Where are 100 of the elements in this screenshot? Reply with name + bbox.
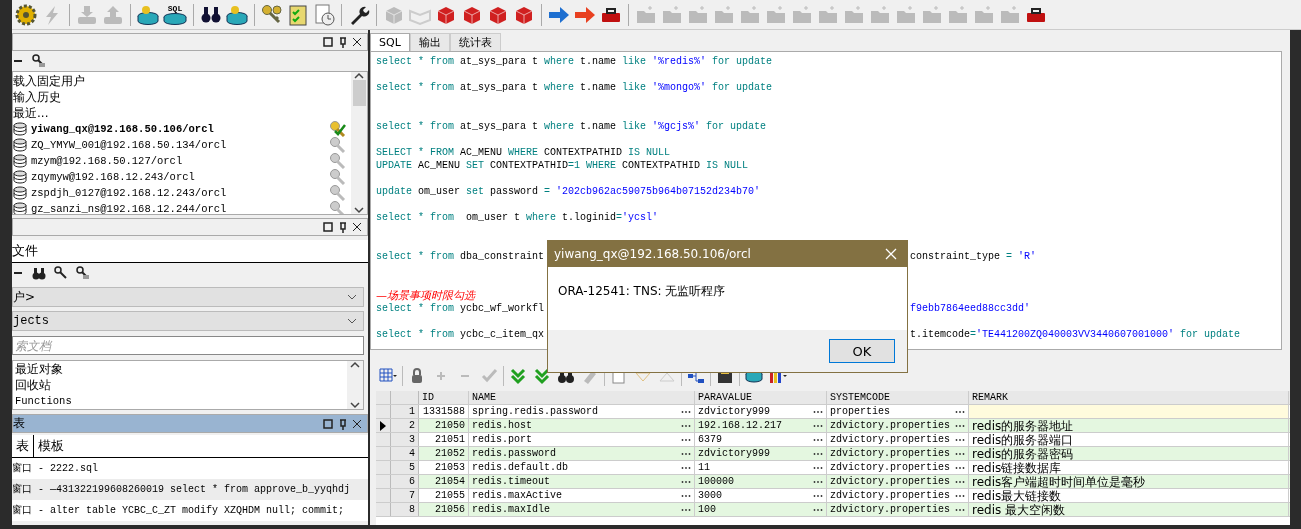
connection-item[interactable]: ZQ_YMYW_001@192.168.50.134/orcl (31, 139, 227, 151)
row-number[interactable]: 2 (391, 419, 419, 432)
table-row[interactable]: 8 21056 redis.maxIdle 100 zdvictory.properties redis 最大空闲数 (376, 503, 1290, 517)
column-header[interactable]: NAME (469, 391, 695, 404)
connection-item[interactable]: yiwang_qx@192.168.50.106/orcl (31, 123, 214, 135)
more-icon[interactable] (813, 409, 823, 414)
column-header[interactable]: REMARK (969, 391, 1289, 404)
table-row[interactable]: 4 21052 redis.password zdvictory999 zdvictory.properties redis的服务器密码 (376, 447, 1290, 461)
search-field[interactable]: 索文档 (12, 336, 364, 355)
check-icon[interactable] (479, 367, 499, 385)
window-list-item[interactable]: 窗口 - 2222.sql (12, 458, 368, 479)
scrollbar[interactable] (351, 72, 367, 214)
window-list-item[interactable]: 窗口 - alter table YCBC_C_ZT modify XZQHDM null; commit; (12, 500, 368, 521)
scrollbar[interactable] (347, 361, 363, 409)
table-row[interactable]: 5 21053 redis.default.db 11 zdvictory.properties redis链接数据库 (376, 461, 1290, 475)
more-icon[interactable] (813, 465, 823, 470)
file-tab[interactable]: 文件 (12, 242, 38, 260)
more-icon[interactable] (955, 423, 965, 428)
table-cell: redis的服务器地址 (972, 419, 1074, 432)
error-message: ORA-12541: TNS: 无监听程序 (558, 284, 726, 298)
panel-buttons-icon[interactable] (323, 36, 363, 48)
panel-buttons-icon[interactable] (323, 417, 363, 430)
table-cell: zdvictory.properties (830, 475, 951, 488)
clock-icon[interactable] (312, 2, 336, 27)
connection-item[interactable]: mzym@192.168.50.127/orcl (31, 155, 183, 167)
gear-icon[interactable] (14, 2, 38, 27)
more-icon[interactable] (681, 493, 691, 498)
row-number[interactable]: 3 (391, 433, 419, 446)
table-row[interactable]: 6 21054 redis.timeout 100000 zdvictory.properties redis客户端超时时间单位是毫秒 (376, 475, 1290, 489)
table-row[interactable]: 2 21050 redis.host 192.168.12.217 zdvictory.properties redis的服务器地址 (376, 419, 1290, 433)
connection-item[interactable]: zqymyw@192.168.12.243/orcl (31, 171, 195, 183)
more-icon[interactable] (681, 451, 691, 456)
table-cell: 100 (698, 503, 716, 516)
scroll-up-icon[interactable] (350, 361, 360, 369)
caret-icon[interactable] (347, 317, 357, 325)
table-row[interactable]: 3 21051 redis.port 6379 zdvictory.properties redis的服务器端口 (376, 433, 1290, 447)
editor-tab[interactable]: 统计表 (449, 33, 501, 51)
ok-button[interactable]: OK (829, 339, 895, 363)
more-icon[interactable] (681, 409, 691, 414)
more-icon[interactable] (955, 409, 965, 414)
column-header[interactable]: PARAVALUE (695, 391, 827, 404)
scroll-up-icon[interactable] (354, 72, 364, 80)
table-cell: 21054 (435, 475, 465, 488)
window-list-item[interactable]: 窗口 - —431322199608260019 select * from approve_b_yyqhdj (12, 479, 368, 500)
editor-tab[interactable]: 输出 (409, 33, 450, 51)
object-list-item[interactable]: 最近对象 (15, 361, 347, 377)
row-number[interactable]: 8 (391, 503, 419, 516)
scroll-thumb[interactable] (352, 80, 366, 106)
scroll-down-icon[interactable] (354, 206, 364, 214)
scroll-down-icon[interactable] (350, 401, 360, 409)
table-cell: redis.port (472, 433, 532, 446)
table-row[interactable]: 7 21055 redis.maxActive 3000 zdvictory.properties redis最大链接数 (376, 489, 1290, 503)
connection-item[interactable]: gz_sanzi_ns@192.168.12.244/orcl (31, 203, 227, 214)
row-number[interactable]: 4 (391, 447, 419, 460)
arrow-down-icon[interactable] (532, 367, 552, 385)
more-icon[interactable] (955, 465, 965, 470)
object-list-item[interactable]: Functions (15, 393, 347, 409)
type-select[interactable]: jects (12, 311, 364, 331)
connection-item[interactable]: zspdjh_0127@192.168.12.243/orcl (31, 187, 227, 199)
more-icon[interactable] (813, 437, 823, 442)
more-icon[interactable] (813, 451, 823, 456)
more-icon[interactable] (681, 465, 691, 470)
more-icon[interactable] (681, 437, 691, 442)
user-select[interactable]: 户> (12, 287, 364, 307)
panel-buttons-icon[interactable] (323, 221, 363, 233)
caret-icon[interactable] (347, 293, 357, 301)
more-icon[interactable] (955, 451, 965, 456)
more-icon[interactable] (813, 493, 823, 498)
more-icon[interactable] (681, 423, 691, 428)
row-number[interactable]: 6 (391, 475, 419, 488)
table-cell: zdvictory.properties (830, 419, 951, 432)
close-icon[interactable] (885, 248, 897, 260)
sql-line: select * from at_sys_para t where t.name like '%mongo%' for update (376, 81, 773, 94)
connection-list-item[interactable]: 最近... (13, 104, 49, 122)
more-icon[interactable] (955, 479, 965, 484)
editor-tab[interactable]: SQL (370, 33, 410, 51)
more-icon[interactable] (813, 507, 823, 512)
connection-list-item[interactable]: 输入历史 (13, 88, 61, 106)
arrow-down-icon[interactable] (508, 367, 528, 385)
checklist-icon[interactable] (286, 2, 310, 27)
grid-icon[interactable] (378, 367, 398, 385)
row-number[interactable]: 5 (391, 461, 419, 474)
more-icon[interactable] (955, 437, 965, 442)
table-row[interactable]: 1 1331588 spring.redis.password zdvictory999 properties (376, 405, 1290, 419)
connection-list-item[interactable]: 载入固定用户 (13, 72, 85, 90)
row-number[interactable]: 1 (391, 405, 419, 418)
more-icon[interactable] (955, 507, 965, 512)
column-header[interactable]: SYSTEMCODE (827, 391, 969, 404)
more-icon[interactable] (813, 479, 823, 484)
sql-line: select * from om_user t where t.loginid='ycsl' (376, 211, 659, 224)
more-icon[interactable] (681, 479, 691, 484)
row-selector[interactable] (376, 419, 391, 432)
row-number[interactable]: 7 (391, 489, 419, 502)
table-cell: 192.168.12.217 (698, 419, 782, 432)
more-icon[interactable] (955, 493, 965, 498)
binoculars-icon[interactable] (32, 266, 46, 280)
object-list-item[interactable]: 回收站 (15, 377, 347, 393)
more-icon[interactable] (813, 423, 823, 428)
more-icon[interactable] (681, 507, 691, 512)
table-cell: redis最大链接数 (972, 489, 1062, 502)
